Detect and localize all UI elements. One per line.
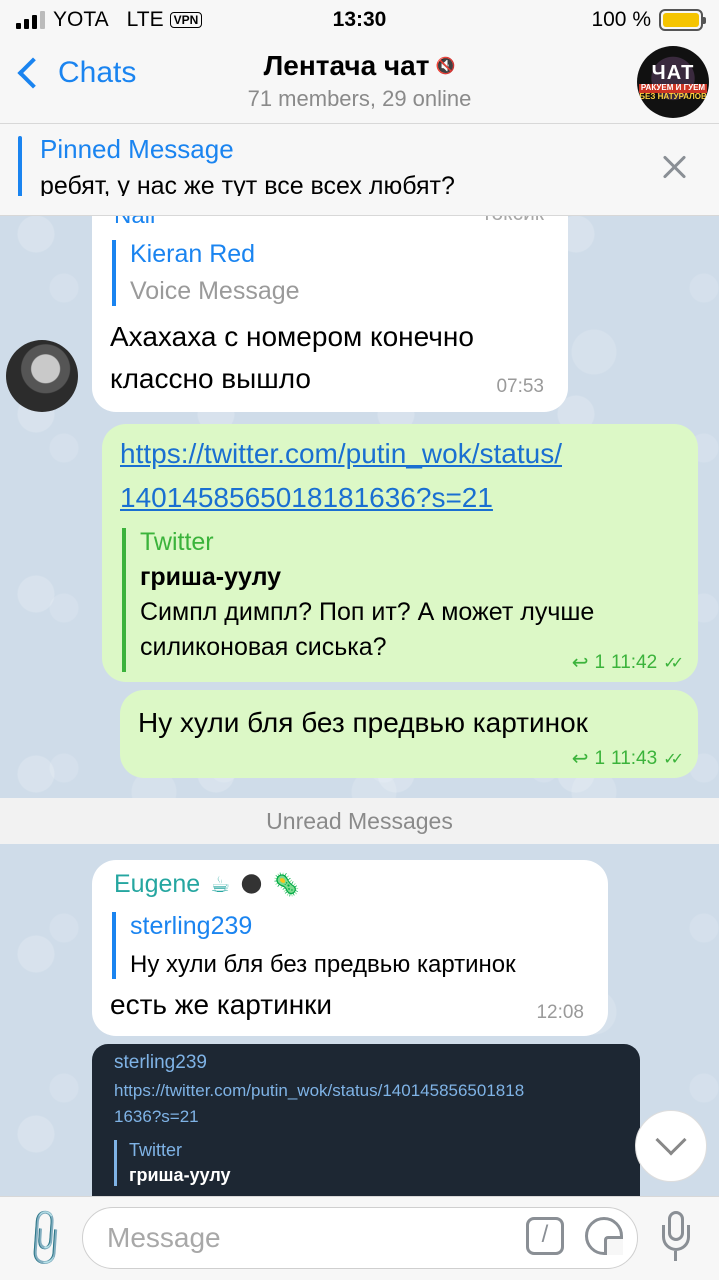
chevron-down-icon [655,1124,687,1156]
image-quote-site: Twitter [129,1140,183,1160]
chat-header: Chats Лентача чат 🔇 71 members, 29 onlin… [0,40,719,124]
network-type: LTE [126,8,164,31]
reply-count: 1 [594,747,606,769]
reply-icon[interactable]: ↩ [572,746,589,771]
link-line-1: https://twitter.com/putin_wok/status/ [120,438,562,469]
pinned-accent-bar [18,136,22,204]
battery-fill [663,13,699,27]
vpn-badge: VPN [169,12,203,28]
scroll-down-button[interactable] [635,1110,707,1182]
preview-text-line-1: Симпл димпл? Поп ит? А может лучше [140,598,595,626]
title-row: Лентача чат 🔇 [264,50,456,82]
message-meta: ↩ 1 11:42 ✓✓ [572,650,684,675]
message-time: 11:43 [611,747,658,769]
message-bubble-outgoing[interactable]: https://twitter.com/putin_wok/status/ 14… [102,424,698,682]
message-meta: ↩ 1 11:43 ✓✓ [572,746,684,771]
preview-site: Twitter [140,528,214,556]
link-line-2: 1401458565018181636?s=21 [120,482,493,513]
close-icon[interactable] [657,150,691,184]
double-check-icon: ✓✓ [663,654,684,672]
mute-icon: 🔇 [435,58,456,75]
sender-name-row[interactable]: Eugene ☕ 🌑 🦠 [114,870,300,899]
battery-group: 100 % [591,8,706,32]
virus-icon: 🦠 [272,871,301,897]
coffee-icon: ☕ [210,871,230,897]
reply-icon[interactable]: ↩ [572,650,589,675]
message-text-line-1: Ахахаха с номером конечно [110,321,474,352]
image-message[interactable]: sterling239 https://twitter.com/putin_wo… [92,1044,640,1196]
message-time: 07:53 [496,376,544,397]
message-text-line-2: классно вышло [110,363,311,394]
quote-text: Ну хули бля без предвью картинок [130,951,516,978]
commands-icon[interactable]: / [526,1217,564,1255]
sender-name: Eugene [114,870,201,898]
input-bar: 📎 / [0,1196,719,1280]
message-bubble-outgoing[interactable]: Ну хули бля без предвью картинок ↩ 1 11:… [120,690,698,778]
sticker-icon[interactable] [585,1217,623,1255]
battery-text: 100 % [591,8,651,31]
microphone-icon[interactable] [662,1211,690,1265]
chat-subtitle: 71 members, 29 online [247,86,472,111]
avatar-text-small: БЕЗ НАТУРАЛОВ [639,92,707,101]
moon-icon: 🌑 [239,871,263,897]
message-bubble-incoming[interactable]: Nail токсик Kieran Red Voice Message Аха… [92,196,568,412]
image-sender-name: sterling239 [114,1052,207,1073]
quote-text: Voice Message [130,277,300,305]
preview-text-line-2: силиконовая сиська? [140,633,387,661]
double-check-icon: ✓✓ [663,750,684,768]
message-link[interactable]: https://twitter.com/putin_wok/status/ 14… [120,432,562,520]
carrier: YOTA [53,8,109,31]
message-time: 12:08 [536,1002,584,1023]
reply-quote[interactable]: Kieran Red Voice Message [112,240,300,306]
status-bar: YOTA LTE VPN 13:30 100 % [0,0,719,40]
preview-title: гриша-уулу [140,563,282,591]
chat-title: Лентача чат [263,50,430,81]
reply-count: 1 [594,651,606,673]
message-time: 11:42 [611,651,658,673]
message-text: есть же картинки [110,989,333,1020]
quote-name: sterling239 [130,912,253,940]
image-link-line-1: https://twitter.com/putin_wok/status/140… [114,1081,525,1100]
image-quote-title: гриша-уулу [129,1165,231,1185]
quote-name: Kieran Red [130,240,256,268]
reply-quote[interactable]: sterling239 Ну хули бля без предвью карт… [112,912,516,979]
image-link-text: https://twitter.com/putin_wok/status/140… [114,1078,624,1130]
chat-title-block[interactable]: Лентача чат 🔇 71 members, 29 online [0,50,719,112]
battery-icon [659,9,706,31]
message-text: Ну хули бля без предвью картинок [138,707,588,738]
pinned-title: Pinned Message [40,134,234,164]
signal-icon [16,11,45,29]
chat-avatar[interactable]: ЧАТ РАКУЕМ И ГУЕМ БЕЗ НАТУРАЛОВ [637,46,709,118]
paperclip-icon[interactable]: 📎 [11,1204,79,1272]
user-avatar[interactable] [6,340,78,412]
image-link-line-2: 1636?s=21 [114,1107,199,1126]
pinned-overlap [0,196,719,216]
unread-separator: Unread Messages [0,798,719,844]
link-preview[interactable]: Twitter гриша-уулу Симпл димпл? Поп ит? … [122,528,594,672]
avatar-text-main: ЧАТ [651,62,695,85]
image-quote: Twitter гриша-уулу [114,1140,231,1186]
